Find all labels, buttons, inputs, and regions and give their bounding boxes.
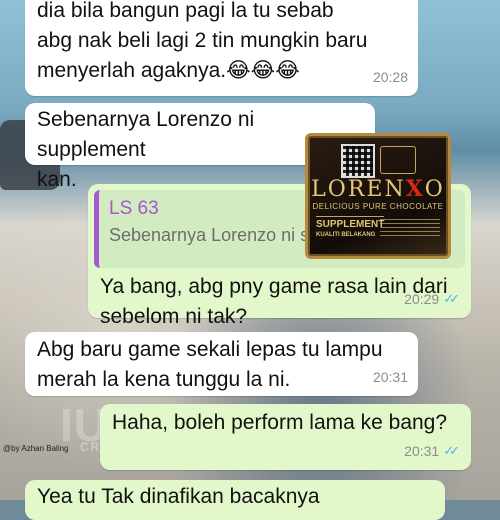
message-meta: 20:29 ✓✓: [404, 284, 461, 314]
product-brand: LORENXO: [308, 176, 448, 202]
message-time: 20:29: [404, 291, 440, 307]
message-incoming[interactable]: Abg baru game sekali lepas tu lampu mera…: [25, 332, 418, 396]
product-label: SUPPLEMENT KUALITI BELAKANG: [316, 216, 385, 241]
message-time: 20:28: [372, 69, 408, 85]
message-outgoing[interactable]: Haha, boleh perform lama ke bang? 20:31 …: [100, 404, 471, 470]
credit-text: @by Azhan Baling: [3, 444, 69, 453]
brand-part: O: [424, 177, 445, 202]
product-tin-image: LORENXO DELICIOUS PURE CHOCOLATE SUPPLEM…: [305, 133, 451, 259]
message-time: 20:31: [404, 443, 440, 459]
message-incoming[interactable]: dia bila bangun pagi la tu sebab abg nak…: [25, 0, 418, 96]
double-check-icon: ✓✓: [443, 443, 460, 458]
product-tagline: DELICIOUS PURE CHOCOLATE: [312, 202, 444, 211]
qr-code-image: [341, 144, 375, 178]
message-outgoing[interactable]: Yea tu Tak dinafikan bacaknya: [25, 480, 445, 520]
message-text: dia bila bangun pagi la tu sebab abg nak…: [37, 0, 368, 82]
message-meta: 20:31 ✓✓: [404, 436, 461, 466]
message-text: Abg baru game sekali lepas tu lampu mera…: [37, 338, 383, 391]
message-text: Haha, boleh perform lama ke bang?: [112, 411, 448, 434]
message-meta: 20:28: [373, 62, 408, 92]
double-check-icon: ✓✓: [443, 291, 460, 306]
brand-x: X: [405, 176, 425, 202]
product-fine-print: [380, 218, 440, 236]
message-meta: 20:31: [373, 362, 408, 392]
product-label-line1: SUPPLEMENT: [316, 219, 385, 230]
message-text: Yea tu Tak dinafikan bacaknya: [37, 485, 320, 508]
message-time: 20:31: [372, 369, 408, 385]
brand-part: LOREN: [311, 177, 406, 202]
certification-seal: [380, 146, 416, 174]
product-label-line2: KUALITI BELAKANG: [316, 232, 376, 238]
